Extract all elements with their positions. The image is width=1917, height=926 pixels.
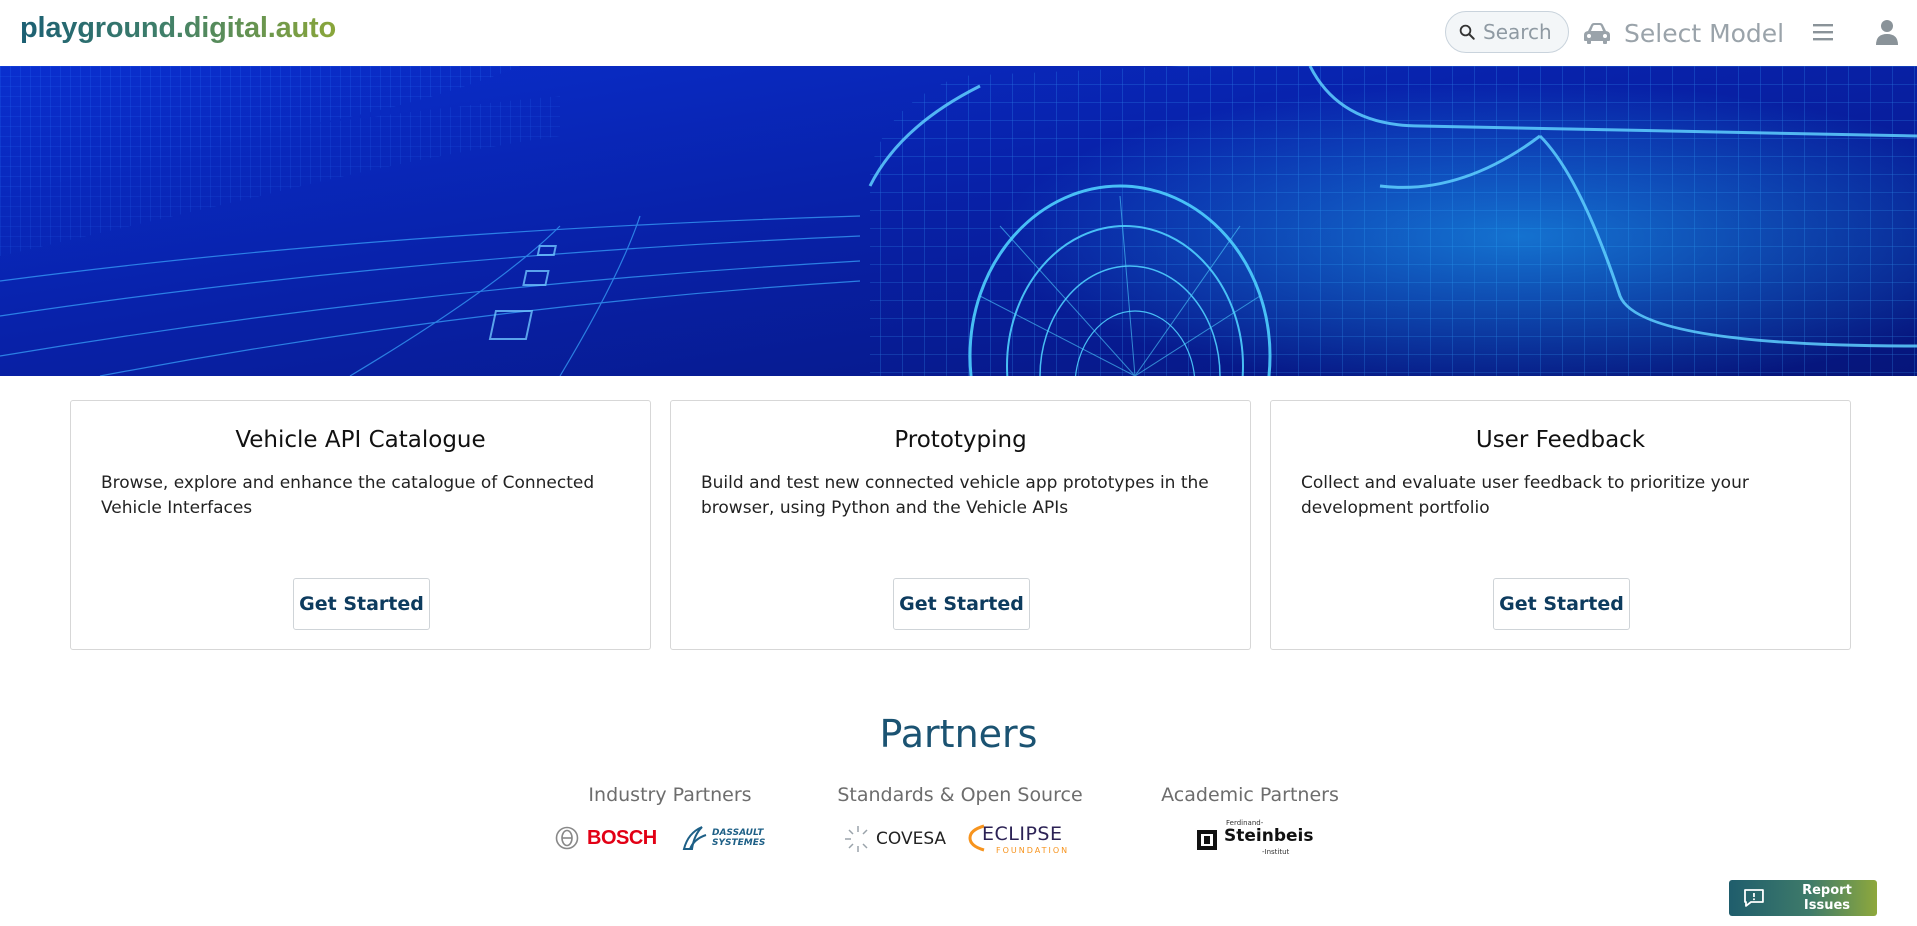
bosch-logo[interactable]: BOSCH <box>555 824 663 852</box>
eclipse-wordmark: ECLIPSE <box>982 823 1063 845</box>
eclipse-foundation-logo[interactable]: ECLIPSE FOUNDATION <box>968 822 1076 858</box>
card-description: Build and test new connected vehicle app… <box>701 473 1209 518</box>
covesa-logo[interactable]: COVESA <box>843 823 951 855</box>
steinbeis-institut-logo[interactable]: Ferdinand- Steinbeis -Institut <box>1196 819 1313 859</box>
wireframe-car-image <box>0 66 1917 376</box>
search-icon <box>1459 24 1475 40</box>
menu-icon[interactable] <box>1811 20 1835 44</box>
steinbeis-suffix: -Institut <box>1262 848 1290 856</box>
bosch-wordmark: BOSCH <box>587 826 657 849</box>
dassault-emblem-icon <box>682 826 707 850</box>
dassault-systemes-logo[interactable]: DASSAULT SYSTEMES <box>680 822 786 854</box>
card-vehicle-api-catalogue: Vehicle API Catalogue Browse, explore an… <box>70 400 651 650</box>
get-started-button[interactable]: Get Started <box>1493 578 1630 630</box>
user-icon[interactable] <box>1875 19 1899 45</box>
select-model-label: Select Model <box>1624 18 1785 48</box>
steinbeis-wordmark: Steinbeis <box>1224 826 1314 846</box>
steinbeis-emblem-icon <box>1197 830 1217 850</box>
card-title: Prototyping <box>894 427 1027 453</box>
report-issues-button[interactable]: Report Issues <box>1729 880 1877 916</box>
academic-partners-label: Academic Partners <box>1161 784 1339 806</box>
hero-banner <box>0 66 1917 376</box>
select-model-button[interactable]: Select Model <box>1582 13 1784 53</box>
report-issues-label: Report Issues <box>1802 883 1852 913</box>
covesa-emblem-icon <box>845 826 868 852</box>
card-description: Browse, explore and enhance the catalogu… <box>101 473 595 518</box>
partners-heading: Partners <box>879 712 1038 756</box>
standards-label: Standards & Open Source <box>837 784 1083 806</box>
top-navbar: playground.digital.auto Select Model <box>0 0 1917 66</box>
message-icon <box>1744 889 1764 907</box>
search-box[interactable] <box>1445 11 1569 53</box>
bosch-emblem-icon <box>555 826 579 850</box>
get-started-button[interactable]: Get Started <box>293 578 430 630</box>
card-prototyping: Prototyping Build and test new connected… <box>670 400 1251 650</box>
car-icon <box>1584 23 1610 44</box>
covesa-wordmark: COVESA <box>876 829 947 849</box>
search-input[interactable] <box>1483 20 1565 44</box>
industry-partners-label: Industry Partners <box>588 784 752 806</box>
card-description: Collect and evaluate user feedback to pr… <box>1301 473 1749 518</box>
get-started-button[interactable]: Get Started <box>893 578 1030 630</box>
eclipse-foundation-text: FOUNDATION <box>996 846 1070 855</box>
site-logo[interactable]: playground.digital.auto <box>20 12 336 45</box>
card-title: User Feedback <box>1475 427 1646 453</box>
dassault-wordmark: DASSAULT SYSTEMES <box>712 828 766 848</box>
card-user-feedback: User Feedback Collect and evaluate user … <box>1270 400 1851 650</box>
card-title: Vehicle API Catalogue <box>235 427 486 453</box>
